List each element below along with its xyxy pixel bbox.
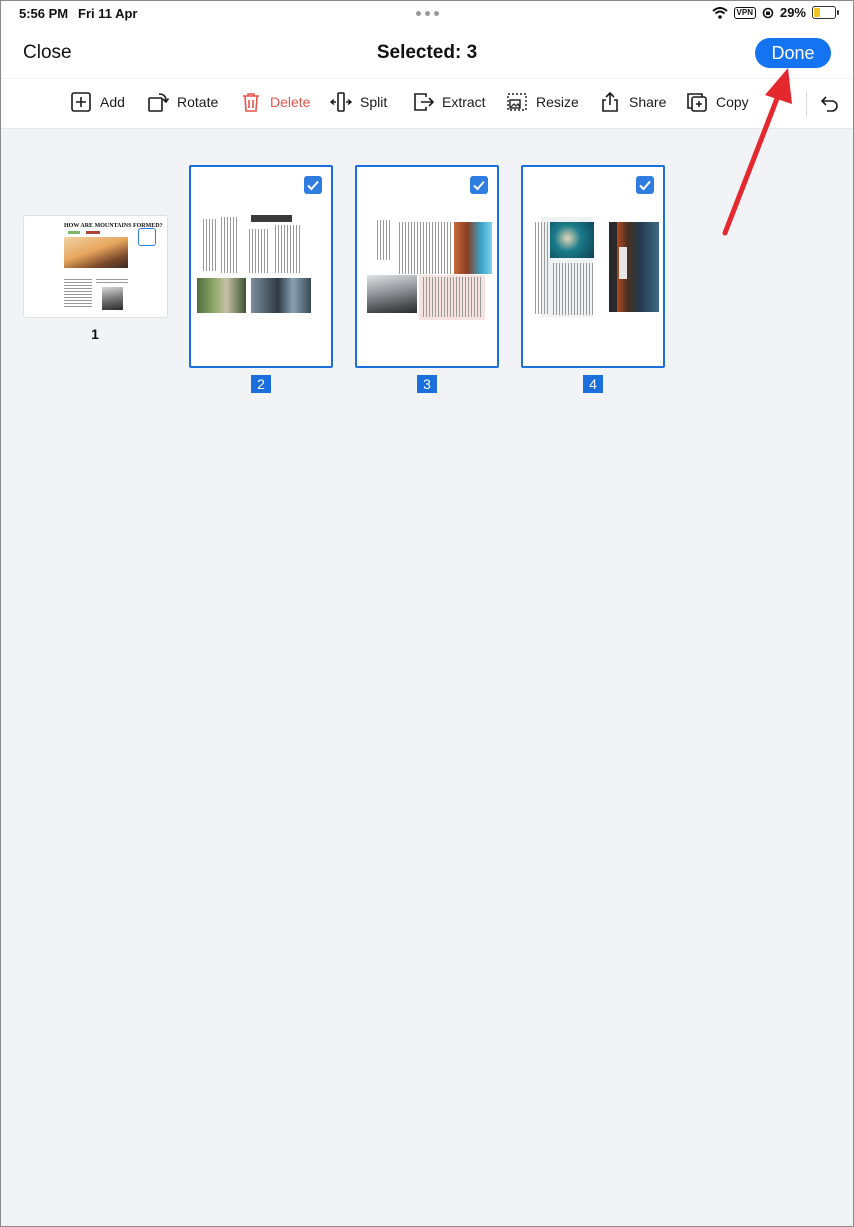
window-border bbox=[0, 0, 854, 1227]
